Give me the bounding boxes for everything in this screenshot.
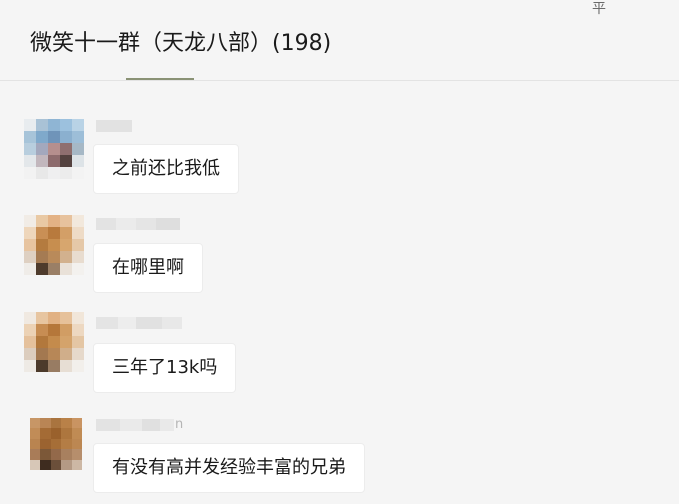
avatar[interactable] xyxy=(30,418,82,470)
sender-name: n xyxy=(96,417,183,433)
chat-window: 微笑十一群（天龙八部）(198) 平 之前还比我低 在哪里啊 三年了13k吗 n… xyxy=(0,0,679,504)
avatar[interactable] xyxy=(24,312,84,372)
pin-icon[interactable]: 平 xyxy=(590,0,608,18)
avatar[interactable] xyxy=(24,119,84,179)
sender-name xyxy=(96,118,132,134)
chat-title: 微笑十一群（天龙八部）(198) xyxy=(30,31,332,56)
sender-name xyxy=(96,315,182,331)
tab-indicator xyxy=(126,78,194,80)
message-bubble[interactable]: 有没有高并发经验丰富的兄弟 xyxy=(93,443,365,493)
message-bubble[interactable]: 三年了13k吗 xyxy=(93,343,237,393)
sender-name-tail: n xyxy=(175,417,184,432)
sender-name xyxy=(96,216,180,232)
avatar[interactable] xyxy=(24,215,84,275)
chat-header: 微笑十一群（天龙八部）(198) 平 xyxy=(0,0,679,81)
message-bubble[interactable]: 在哪里啊 xyxy=(93,243,203,293)
message-bubble[interactable]: 之前还比我低 xyxy=(93,144,239,194)
